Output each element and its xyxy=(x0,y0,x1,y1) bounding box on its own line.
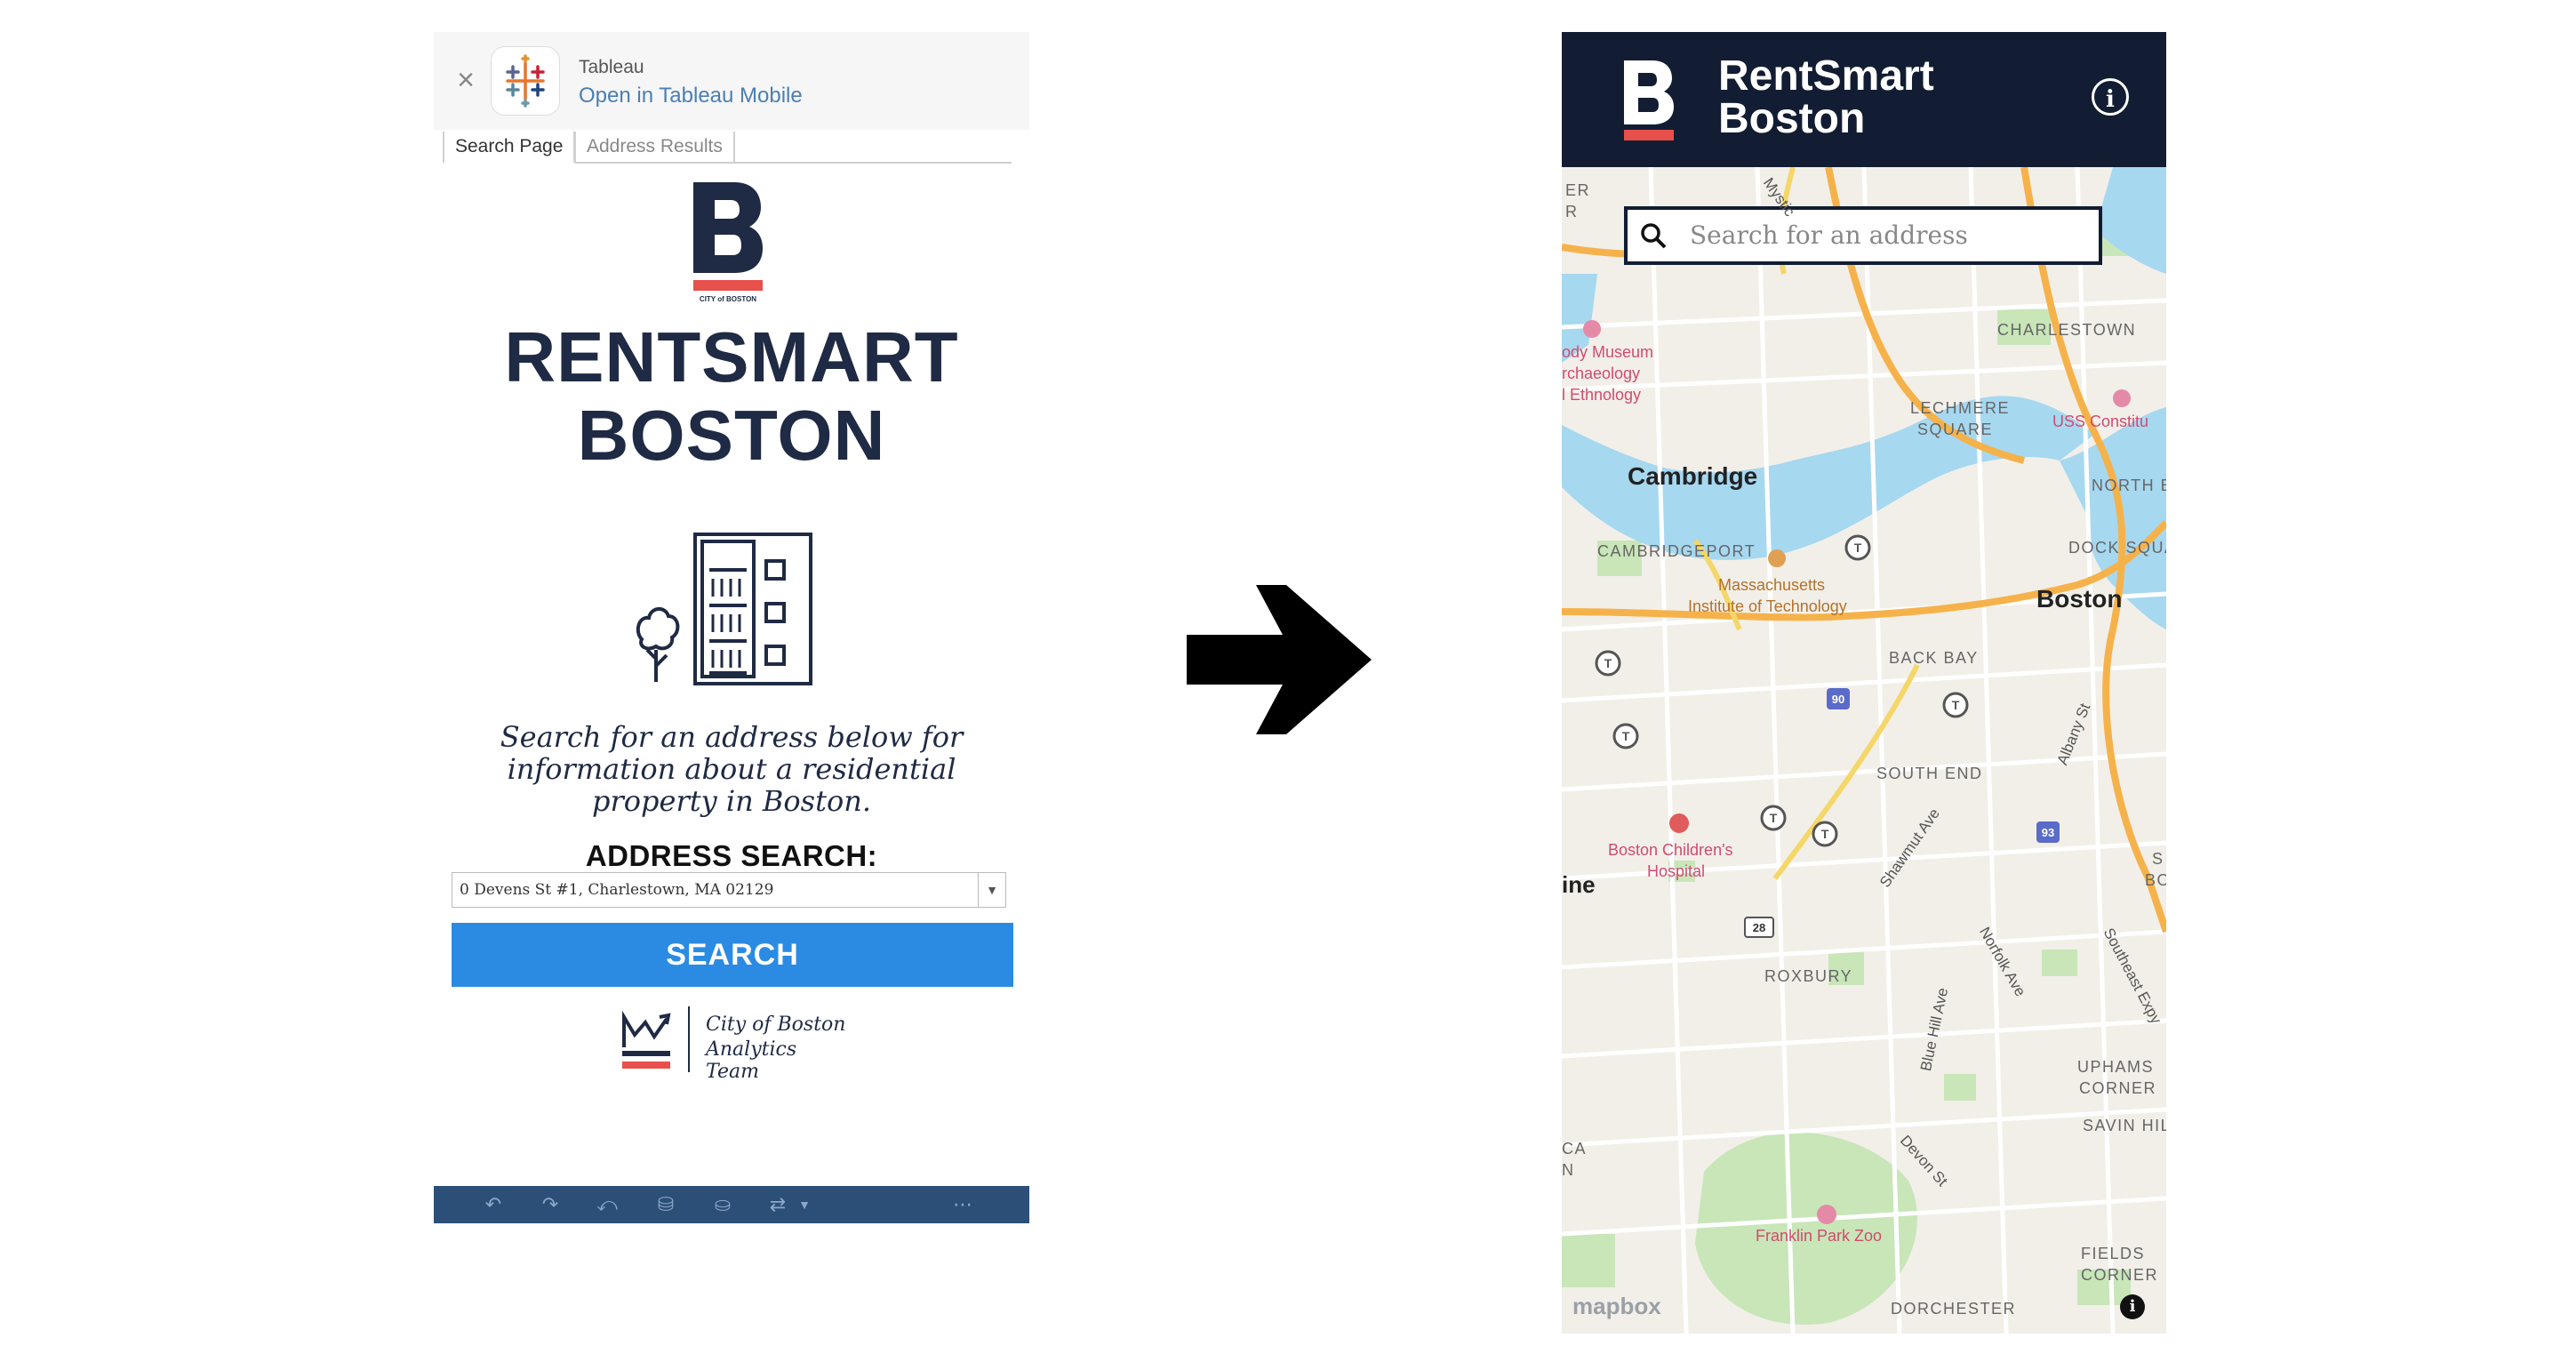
svg-text:T: T xyxy=(1604,656,1612,670)
chevron-down-icon[interactable]: ▼ xyxy=(793,1193,816,1216)
map-label: CA xyxy=(1562,1140,1588,1158)
close-icon[interactable]: × xyxy=(452,65,480,95)
map-label: DORCHESTER xyxy=(1891,1300,2017,1318)
tableau-mobile-screen: × Tableau Open in Tableau Mobile Search … xyxy=(434,32,1029,1223)
city-of-boston-logo: CITY of BOSTON xyxy=(693,182,763,303)
map-label: UPHAMS xyxy=(2077,1058,2155,1076)
map-label: R xyxy=(1565,203,1579,220)
map-label: Franklin Park Zoo xyxy=(1756,1227,1883,1245)
map-label: ody Museum xyxy=(1562,343,1654,361)
more-icon[interactable]: ⋯ xyxy=(951,1193,974,1216)
analytics-logo-icon xyxy=(622,1010,671,1069)
map-label: Institute of Technology xyxy=(1688,597,1847,615)
open-in-app-link[interactable]: Open in Tableau Mobile xyxy=(579,84,803,108)
highway-shield-93: 93 xyxy=(2042,826,2054,839)
map-label: CAMBRIDGEPORT xyxy=(1597,542,1756,560)
rentsmart-screen: RentSmart Boston i T T T T T T 90 93 28 … xyxy=(1562,32,2166,1334)
map-label: NORTH E xyxy=(2092,477,2166,494)
search-icon xyxy=(1641,223,1667,249)
analytics-line1: City of Boston xyxy=(706,1014,846,1036)
map-label: SQUARE xyxy=(1917,421,1994,438)
map-label: l Ethnology xyxy=(1562,386,1642,404)
tab-search-page[interactable]: Search Page xyxy=(443,132,576,164)
tableau-icon[interactable] xyxy=(491,46,560,116)
highway-shield-28: 28 xyxy=(1753,921,1765,934)
highway-shield-90: 90 xyxy=(1832,693,1844,706)
map-label: SAVIN HILL xyxy=(2083,1117,2166,1134)
address-dropdown-value: 0 Devens St #1, Charlestown, MA 02129 xyxy=(460,881,774,899)
arrow-right-icon xyxy=(1187,585,1372,734)
app-name: Tableau xyxy=(579,57,644,77)
map-label: BO xyxy=(2145,871,2166,889)
map-label: DOCK SQUAR xyxy=(2068,539,2166,557)
analytics-team-credit: City of Boston Analytics Team xyxy=(620,1003,852,1083)
map-label: Hospital xyxy=(1647,862,1706,880)
map-label: USS Constitu xyxy=(2052,413,2149,430)
building-illustration xyxy=(636,533,812,685)
address-dropdown[interactable]: 0 Devens St #1, Charlestown, MA 02129 ▼ xyxy=(452,872,1006,908)
svg-text:T: T xyxy=(1854,541,1862,555)
address-search-label: ADDRESS SEARCH: xyxy=(585,839,878,872)
map-label: ine xyxy=(1562,871,1596,898)
tab-address-results[interactable]: Address Results xyxy=(574,132,735,162)
map-label: rchaeology xyxy=(1562,365,1641,382)
search-description: Search for an address below for informat… xyxy=(500,720,964,818)
chevron-down-icon[interactable]: ▼ xyxy=(978,873,1005,907)
map-label: CORNER xyxy=(2079,1079,2157,1097)
city-of-boston-logo xyxy=(1624,60,1674,140)
logo-caption: CITY of BOSTON xyxy=(700,295,756,303)
share-icon[interactable]: ⇄ xyxy=(766,1193,789,1216)
map-label: S xyxy=(2152,850,2164,868)
page-title-line1: RENTSMART xyxy=(504,317,959,397)
info-icon[interactable]: i xyxy=(2120,1294,2145,1319)
search-placeholder: Search for an address xyxy=(1690,220,1968,250)
credit-divider xyxy=(688,1006,690,1072)
svg-text:T: T xyxy=(1770,811,1778,825)
map-label: N xyxy=(1562,1161,1575,1179)
map-label: Boston xyxy=(2036,585,2123,613)
map-label: CHARLESTOWN xyxy=(1997,321,2137,339)
app-header: RentSmart Boston i xyxy=(1562,32,2166,167)
map-label: ROXBURY xyxy=(1764,967,1853,985)
map-label: ER xyxy=(1565,181,1591,199)
redo-icon[interactable]: ↷ xyxy=(539,1193,562,1216)
map-label: FIELDS xyxy=(2081,1245,2146,1262)
app-title-line1: RentSmart xyxy=(1718,52,1934,100)
revert-icon[interactable]: ⤺ xyxy=(596,1193,619,1216)
map-label: LECHMERE xyxy=(1910,399,2011,417)
tableau-toolbar: ↶ ↷ ⤺ ⛁ ⛀ ⇄ ▼ ⋯ xyxy=(434,1186,1029,1223)
address-search-input[interactable]: Search for an address xyxy=(1624,206,2102,265)
svg-text:T: T xyxy=(1821,827,1829,841)
map-label: BACK BAY xyxy=(1889,649,1979,667)
map-label: Boston Children's xyxy=(1608,841,1733,859)
svg-text:T: T xyxy=(1952,698,1960,712)
map-label: Massachusetts xyxy=(1718,576,1826,594)
search-button[interactable]: SEARCH xyxy=(452,923,1013,987)
map-label: CORNER xyxy=(2081,1266,2159,1284)
svg-text:T: T xyxy=(1622,729,1630,743)
refresh-data-icon[interactable]: ⛁ xyxy=(654,1193,677,1216)
app-title-line2: Boston xyxy=(1718,95,1866,142)
dashboard-tabs: Search Page Address Results xyxy=(443,132,1012,164)
analytics-line2: Analytics Team xyxy=(706,1038,797,1083)
map-label: SOUTH END xyxy=(1876,765,1983,782)
page-title-line2: BOSTON xyxy=(577,396,886,475)
map-label: Cambridge xyxy=(1628,462,1758,490)
mapbox-attribution[interactable]: mapbox xyxy=(1572,1293,1661,1320)
info-icon[interactable]: i xyxy=(2092,78,2129,116)
undo-icon[interactable]: ↶ xyxy=(482,1193,505,1216)
pause-data-icon[interactable]: ⛀ xyxy=(711,1193,734,1216)
open-in-app-banner: × Tableau Open in Tableau Mobile xyxy=(434,32,1029,130)
